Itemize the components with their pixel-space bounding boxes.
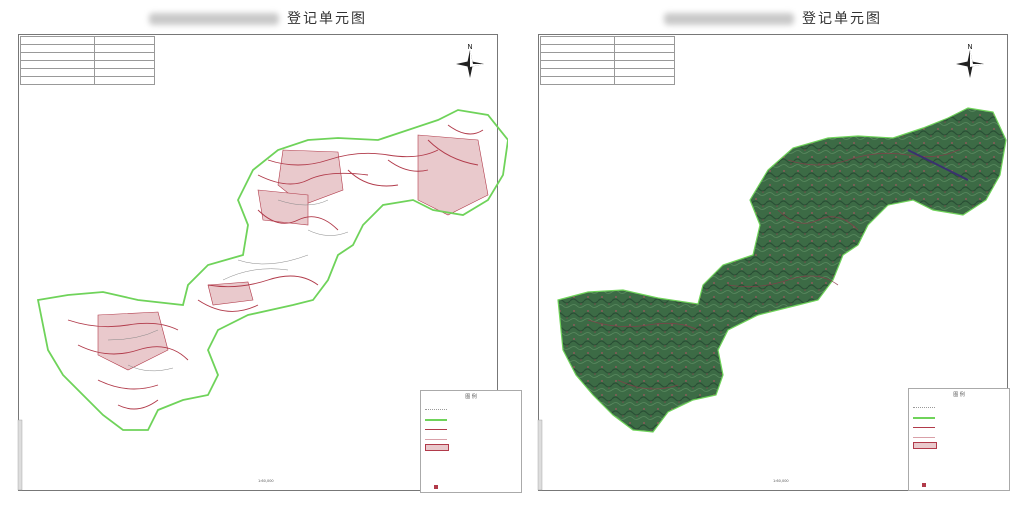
legend-row (421, 462, 521, 472)
legend-row (909, 460, 1009, 470)
legend-row (909, 420, 1009, 430)
legend-row (421, 432, 521, 442)
legend-row (909, 410, 1009, 420)
map-footer: 1:60,000 (20, 475, 496, 489)
legend-row (909, 430, 1009, 440)
map-sheet-right: 登记单元图 N 图 例 1:60,000 (528, 0, 1018, 509)
legend-title: 图 例 (953, 392, 965, 398)
scale-label: 1:60,000 (258, 479, 274, 483)
map-footer: 1:60,000 (540, 475, 1006, 489)
scale-label: 1:60,000 (773, 479, 789, 483)
legend-row (421, 412, 521, 422)
legend-row (909, 450, 1009, 460)
legend-row (421, 452, 521, 462)
legend-row (909, 440, 1009, 450)
legend-row (909, 400, 1009, 410)
legend-row (421, 422, 521, 432)
legend-row (421, 402, 521, 412)
legend-title: 图 例 (465, 394, 477, 400)
legend-row (421, 442, 521, 452)
map-sheet-left: 登记单元图 N 图 例 1:60,000 (8, 0, 522, 509)
